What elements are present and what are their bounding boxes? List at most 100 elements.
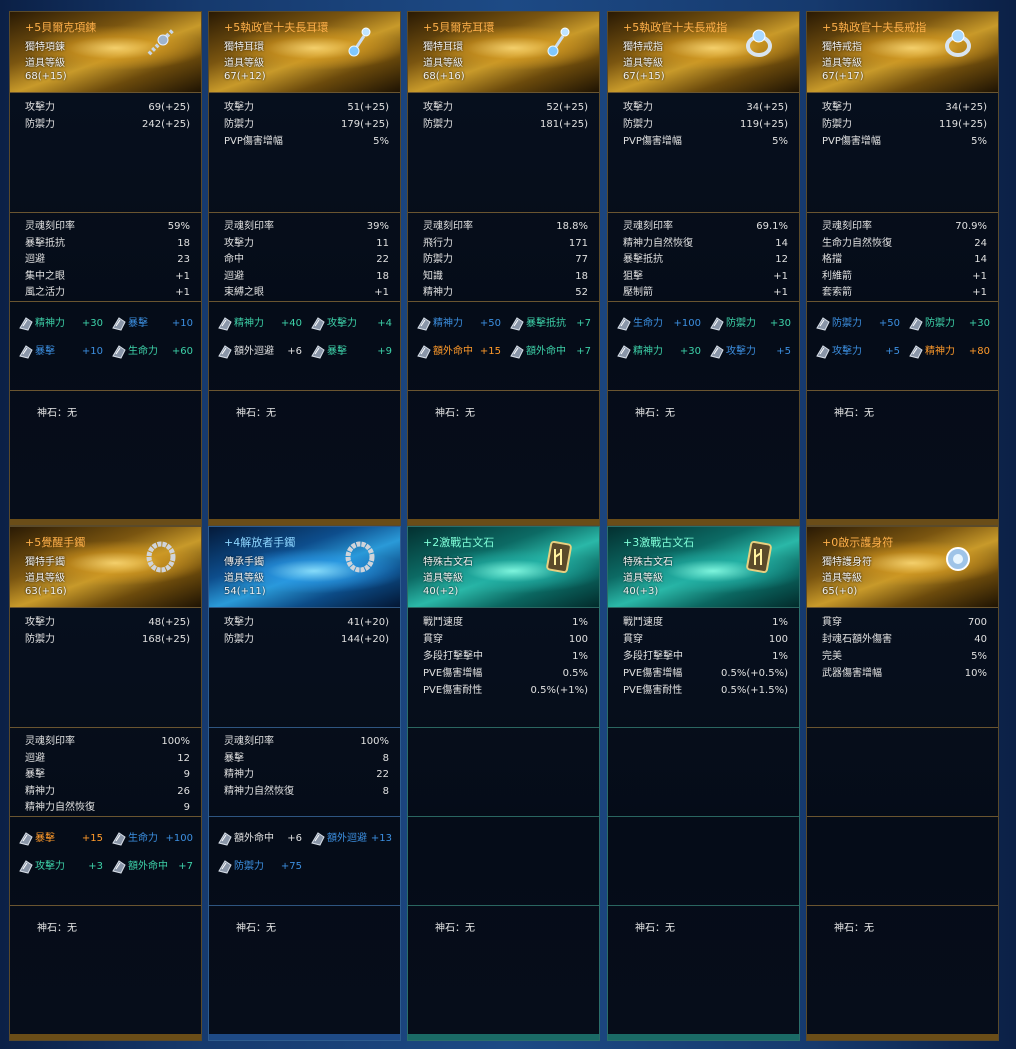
item-title: +2激戰古文石 bbox=[423, 536, 495, 549]
separator bbox=[408, 816, 599, 817]
manastone-slot[interactable]: 額外命中 +15 bbox=[416, 343, 501, 361]
manastone-slot[interactable]: 精神力 +80 bbox=[908, 343, 990, 361]
item-level-label: 道具等級 bbox=[224, 58, 264, 69]
manastone-slot[interactable]: 額外命中 +6 bbox=[217, 830, 302, 848]
rune-stone-icon bbox=[541, 539, 577, 575]
base-stat-row: 攻擊力 41(+20) bbox=[224, 616, 389, 630]
stat-name: 防禦力 bbox=[822, 119, 852, 130]
equipment-card[interactable]: +2激戰古文石 特殊古文石 道具等級 40(+2) 戰鬥速度 1% 貫穿 100 多段打擊擊中 1… bbox=[407, 526, 600, 1041]
equipment-card[interactable]: +3激戰古文石 特殊古文石 道具等級 40(+3) 戰鬥速度 1% 貫穿 100 多段打擊擊中 1… bbox=[607, 526, 800, 1041]
manastone-icon bbox=[18, 859, 34, 875]
equipment-card[interactable]: +5覺醒手鐲 獨特手鐲 道具等級 63(+16) 攻擊力 48(+25) 防禦力 168(+2… bbox=[9, 526, 202, 1041]
stat-name: PVP傷害增幅 bbox=[224, 136, 283, 147]
equipment-card[interactable]: +5執政官十夫長戒指 獨特戒指 道具等級 67(+17) 攻擊力 34(+25) 防禦力 11… bbox=[806, 11, 999, 526]
equipment-card[interactable]: +0啟示護身符 獨特護身符 道具等級 65(+0) 貫穿 700 封魂石額外傷害 40 完美 5%… bbox=[806, 526, 999, 1041]
stat-value: 171 bbox=[568, 237, 588, 249]
godstone-label: 神石：无 bbox=[236, 408, 276, 419]
manastone-label: 額外命中 bbox=[234, 833, 274, 844]
manastone-slot[interactable]: 暴擊 +9 bbox=[310, 343, 392, 361]
soul-stat-row: 暴擊 8 bbox=[224, 752, 389, 766]
earring-icon bbox=[342, 24, 378, 60]
manastone-slot[interactable]: 精神力 +30 bbox=[18, 315, 103, 333]
manastone-icon bbox=[217, 344, 233, 360]
manastone-slot[interactable]: 額外命中 +7 bbox=[509, 343, 591, 361]
stat-name: 迴避 bbox=[25, 254, 45, 266]
item-level-label: 道具等級 bbox=[423, 58, 463, 69]
manastone-slot[interactable]: 額外迴避 +6 bbox=[217, 343, 302, 361]
stat-name: 風之活力 bbox=[25, 287, 65, 299]
equipment-card[interactable]: +5貝爾克耳環 獨特耳環 道具等級 68(+16) 攻擊力 52(+25) 防禦力 181(+… bbox=[407, 11, 600, 526]
manastone-slot[interactable]: 防禦力 +30 bbox=[908, 315, 990, 333]
manastone-value: +5 bbox=[776, 346, 791, 357]
equipment-card[interactable]: +4解放者手鐲 傳承手鐲 道具等級 54(+11) 攻擊力 41(+20) 防禦力 144(+… bbox=[208, 526, 401, 1041]
manastone-slot[interactable]: 精神力 +40 bbox=[217, 315, 302, 333]
stat-value: 22 bbox=[376, 254, 389, 266]
manastone-slot[interactable]: 生命力 +60 bbox=[111, 343, 193, 361]
manastone-slot[interactable]: 額外迴避 +13 bbox=[310, 830, 392, 848]
manastone-label: 攻擊力 bbox=[327, 318, 357, 329]
manastone-slot[interactable]: 防禦力 +30 bbox=[709, 315, 791, 333]
manastone-slot[interactable]: 攻擊力 +4 bbox=[310, 315, 392, 333]
separator bbox=[209, 390, 400, 391]
manastone-icon bbox=[709, 316, 725, 332]
manastone-slot[interactable]: 攻擊力 +3 bbox=[18, 858, 103, 876]
manastone-icon bbox=[815, 316, 831, 332]
manastone-slot[interactable]: 生命力 +100 bbox=[616, 315, 701, 333]
item-type: 獨特戒指 bbox=[822, 42, 862, 53]
manastone-value: +7 bbox=[178, 861, 193, 872]
soul-stat-row: 集中之眼 +1 bbox=[25, 270, 190, 284]
manastone-slot[interactable]: 精神力 +50 bbox=[416, 315, 501, 333]
stat-name: PVP傷害增幅 bbox=[623, 136, 682, 147]
manastone-label: 精神力 bbox=[925, 346, 955, 357]
manastone-value: +30 bbox=[679, 346, 701, 357]
soul-stat-row: 狙擊 +1 bbox=[623, 270, 788, 284]
stat-value: +1 bbox=[175, 287, 190, 299]
stat-name: 精神力 bbox=[25, 785, 55, 797]
manastone-icon bbox=[310, 831, 326, 847]
manastone-label: 精神力 bbox=[433, 318, 463, 329]
stat-name: 知識 bbox=[423, 270, 443, 282]
base-stat-row: 戰鬥速度 1% bbox=[423, 616, 588, 630]
manastone-slot[interactable]: 攻擊力 +5 bbox=[815, 343, 900, 361]
godstone-label: 神石：无 bbox=[37, 408, 77, 419]
manastone-label: 防禦力 bbox=[925, 318, 955, 329]
equipment-card[interactable]: +5執政官十夫長耳環 獨特耳環 道具等級 67(+12) 攻擊力 51(+25) 防禦力 17… bbox=[208, 11, 401, 526]
separator bbox=[10, 212, 201, 213]
stat-value: 52(+25) bbox=[546, 102, 588, 113]
soul-stat-row: 生命力自然恢復 24 bbox=[822, 237, 987, 251]
manastone-slot[interactable]: 精神力 +30 bbox=[616, 343, 701, 361]
item-level: 63(+16) bbox=[25, 586, 67, 597]
equipment-card[interactable]: +5貝爾克項鍊 獨特項鍊 道具等級 68(+15) 攻擊力 69(+25) 防禦力 242(+… bbox=[9, 11, 202, 526]
card-footer-bar bbox=[209, 519, 400, 525]
manastone-label: 精神力 bbox=[35, 318, 65, 329]
stat-name: 防禦力 bbox=[224, 634, 254, 645]
rune-stone-icon bbox=[741, 539, 777, 575]
card-footer-bar bbox=[10, 1034, 201, 1040]
base-stat-row: 防禦力 168(+25) bbox=[25, 633, 190, 647]
manastone-slot[interactable]: 攻擊力 +5 bbox=[709, 343, 791, 361]
separator bbox=[807, 727, 998, 728]
manastone-slot[interactable]: 防禦力 +75 bbox=[217, 858, 302, 876]
stat-name: 防禦力 bbox=[423, 119, 453, 130]
stat-value: +1 bbox=[972, 287, 987, 299]
equipment-card[interactable]: +5執政官十夫長戒指 獨特戒指 道具等級 67(+15) 攻擊力 34(+25) 防禦力 11… bbox=[607, 11, 800, 526]
manastone-slot[interactable]: 暴擊 +10 bbox=[111, 315, 193, 333]
base-stat-row: PVE傷害增幅 0.5% bbox=[423, 667, 588, 681]
stat-name: 封魂石額外傷害 bbox=[822, 634, 892, 645]
manastone-slot[interactable]: 防禦力 +50 bbox=[815, 315, 900, 333]
manastone-slot[interactable]: 生命力 +100 bbox=[111, 830, 193, 848]
manastone-slot[interactable]: 額外命中 +7 bbox=[111, 858, 193, 876]
manastone-slot[interactable]: 暴擊抵抗 +7 bbox=[509, 315, 591, 333]
base-stat-row: 貫穿 700 bbox=[822, 616, 987, 630]
base-stat-row: 攻擊力 51(+25) bbox=[224, 101, 389, 115]
stat-value: 1% bbox=[572, 617, 588, 628]
manastone-slot[interactable]: 暴擊 +15 bbox=[18, 830, 103, 848]
manastone-slot[interactable]: 暴擊 +10 bbox=[18, 343, 103, 361]
base-stat-row: 武器傷害增幅 10% bbox=[822, 667, 987, 681]
stat-name: 命中 bbox=[224, 254, 244, 266]
item-level: 67(+17) bbox=[822, 71, 864, 82]
stat-value: 34(+25) bbox=[945, 102, 987, 113]
stat-value: 51(+25) bbox=[347, 102, 389, 113]
stat-value: 18 bbox=[177, 237, 190, 249]
separator bbox=[608, 816, 799, 817]
